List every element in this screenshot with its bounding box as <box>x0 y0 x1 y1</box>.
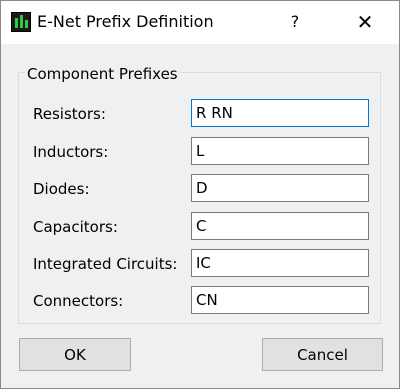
integrated-circuits-field[interactable] <box>191 249 369 277</box>
close-button[interactable]: ✕ <box>343 9 387 35</box>
diodes-label: Diodes: <box>33 180 90 198</box>
diodes-field[interactable] <box>191 174 369 202</box>
inductors-field[interactable] <box>191 137 369 165</box>
resistors-label: Resistors: <box>33 105 106 123</box>
connectors-label: Connectors: <box>33 292 124 310</box>
capacitors-field[interactable] <box>191 212 369 240</box>
help-button[interactable]: ? <box>273 9 317 35</box>
integrated-circuits-label: Integrated Circuits: <box>33 255 178 273</box>
dialog-window: E-Net Prefix Definition ? ✕ Component Pr… <box>0 0 400 389</box>
resistors-field[interactable] <box>191 99 369 127</box>
cancel-button[interactable]: Cancel <box>262 338 383 371</box>
connectors-field[interactable] <box>191 286 369 314</box>
capacitors-label: Capacitors: <box>33 218 118 236</box>
group-title: Component Prefixes <box>25 64 180 84</box>
window-title: E-Net Prefix Definition <box>37 12 214 31</box>
title-bar[interactable]: E-Net Prefix Definition ? ✕ <box>1 1 399 44</box>
inductors-label: Inductors: <box>33 143 109 161</box>
ok-button[interactable]: OK <box>19 338 131 371</box>
app-icon <box>11 12 31 32</box>
